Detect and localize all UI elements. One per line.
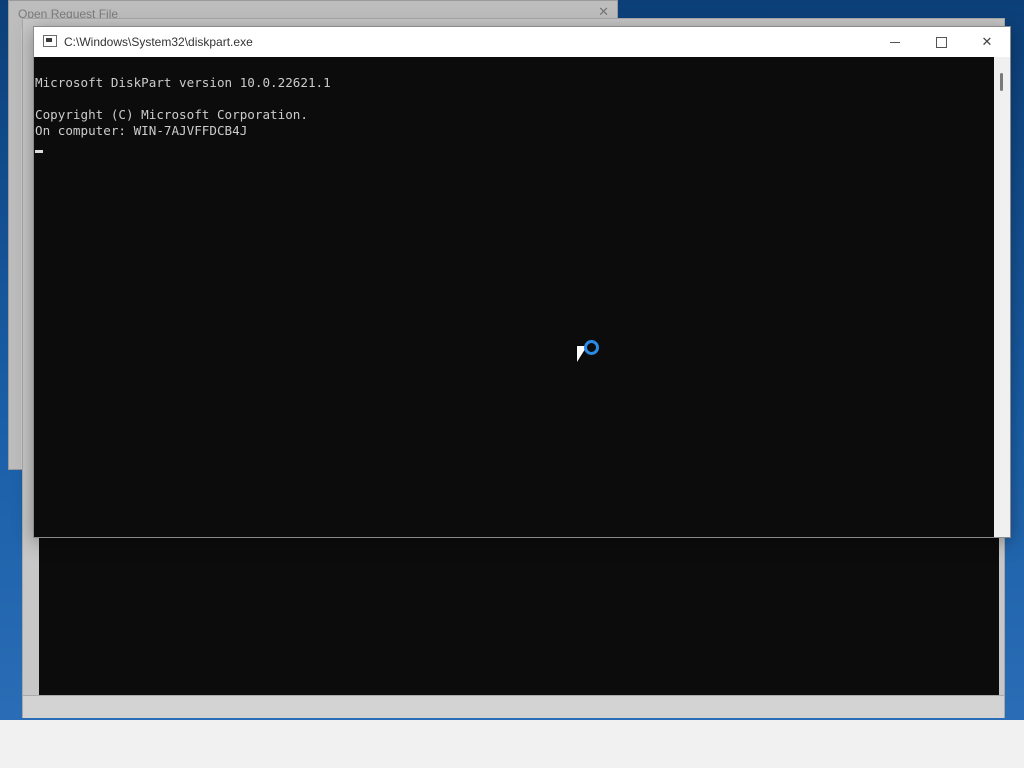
console-line-computer: On computer: WIN-7AJVFFDCB4J <box>35 123 248 138</box>
busy-spinner-icon <box>584 340 599 355</box>
console-line-copyright: Copyright (C) Microsoft Corporation. <box>35 107 308 122</box>
scroll-thumb[interactable] <box>1000 73 1003 91</box>
minimize-button[interactable] <box>872 27 918 57</box>
console-output[interactable]: Microsoft DiskPart version 10.0.22621.1 … <box>34 57 994 537</box>
title-bar[interactable]: C:\Windows\System32\diskpart.exe ✕ <box>34 27 1010 57</box>
text-cursor <box>35 150 43 153</box>
close-button[interactable]: ✕ <box>964 27 1010 57</box>
window-title: C:\Windows\System32\diskpart.exe <box>64 35 253 49</box>
minimize-icon <box>890 41 900 43</box>
taskbar-area <box>0 720 1024 768</box>
diskpart-window[interactable]: C:\Windows\System32\diskpart.exe ✕ Micro… <box>33 26 1011 538</box>
vertical-scrollbar[interactable] <box>994 57 1010 537</box>
console-icon <box>43 35 57 47</box>
background-status-bar <box>23 695 1004 718</box>
background-console-body <box>39 537 999 712</box>
console-line-version: Microsoft DiskPart version 10.0.22621.1 <box>35 75 331 90</box>
close-icon: ✕ <box>981 34 993 50</box>
maximize-icon <box>935 36 947 48</box>
maximize-button[interactable] <box>918 27 964 57</box>
desktop: Open Request File ✕ C:\Windows\System32\… <box>0 0 1024 768</box>
